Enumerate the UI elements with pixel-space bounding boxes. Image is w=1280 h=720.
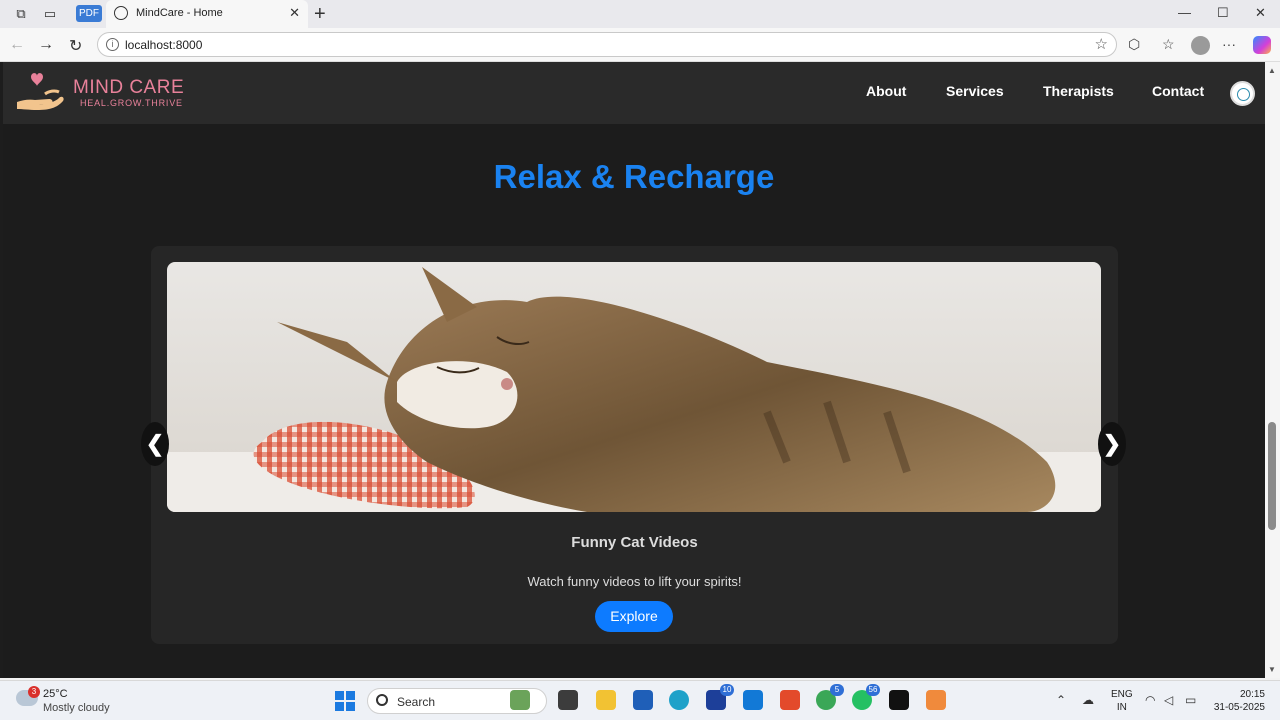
tab-actions-icon[interactable]: ▭ <box>41 5 59 23</box>
linkedin-badge: 10 <box>720 684 734 696</box>
nav-therapists[interactable]: Therapists <box>1043 83 1114 99</box>
new-tab-button[interactable]: + <box>314 3 326 26</box>
wifi-icon[interactable]: ◠ <box>1145 693 1155 707</box>
section-title: Relax & Recharge <box>493 158 775 195</box>
linkedin-icon[interactable]: 10 <box>706 684 734 710</box>
tray-overflow-icon[interactable]: ⌃ <box>1056 693 1066 707</box>
maximize-button[interactable]: ☐ <box>1217 5 1229 21</box>
taskbar-search-label: Search <box>397 695 436 709</box>
logo-tagline: HEAL.GROW.THRIVE <box>80 98 183 108</box>
workspaces-icon[interactable]: ⧉ <box>12 5 30 23</box>
clock-date: 31-05-2025 <box>1213 702 1265 713</box>
language-code: ENG <box>1111 689 1133 700</box>
user-account-icon[interactable] <box>1230 81 1255 106</box>
edge-browser-icon[interactable] <box>669 690 689 710</box>
address-bar[interactable]: i localhost:8000 ☆ <box>97 32 1117 57</box>
search-icon <box>376 694 388 706</box>
whatsapp-icon[interactable]: 56 <box>852 684 880 710</box>
weather-description[interactable]: Mostly cloudy <box>43 702 110 714</box>
browser-tab-strip: ⧉ ▭ PDF MindCare - Home ✕ + — ☐ ✕ <box>0 0 1280 28</box>
profile-avatar[interactable] <box>1191 36 1210 55</box>
favorite-star-icon[interactable]: ☆ <box>1095 35 1108 53</box>
file-explorer-icon[interactable] <box>596 690 616 710</box>
start-button[interactable] <box>335 691 355 711</box>
close-tab-icon[interactable]: ✕ <box>289 5 300 21</box>
task-view-icon[interactable] <box>558 690 578 710</box>
pdf-tab-badge[interactable]: PDF <box>76 5 102 22</box>
volume-icon[interactable]: ◁ <box>1164 693 1173 707</box>
tab-title: MindCare - Home <box>136 7 223 19</box>
nav-services[interactable]: Services <box>946 83 1004 99</box>
clock-time: 20:15 <box>1239 689 1265 700</box>
site-info-icon[interactable]: i <box>106 38 119 51</box>
hand-heart-logo-icon <box>17 73 64 110</box>
site-header: MIND CARE HEAL.GROW.THRIVE About Service… <box>3 62 1265 124</box>
site-logo[interactable]: MIND CARE HEAL.GROW.THRIVE <box>15 72 185 112</box>
carousel-prev-button[interactable]: ❮ <box>141 422 169 466</box>
battery-icon[interactable]: ▭ <box>1185 693 1196 707</box>
scroll-thumb[interactable] <box>1268 422 1276 530</box>
url-text[interactable]: localhost:8000 <box>125 38 202 52</box>
chrome-icon[interactable]: 5 <box>816 684 844 710</box>
close-window-button[interactable]: ✕ <box>1255 5 1266 21</box>
more-options-icon[interactable]: ··· <box>1222 36 1236 52</box>
brave-icon[interactable] <box>780 690 800 710</box>
slide-image <box>167 262 1101 512</box>
whatsapp-badge: 56 <box>866 684 880 696</box>
onedrive-icon[interactable]: ☁ <box>1082 693 1094 707</box>
slide-description: Watch funny videos to lift your spirits! <box>527 574 742 589</box>
weather-badge: 3 <box>28 686 40 698</box>
browser-toolbar: ← → ↻ i localhost:8000 ☆ ⬡ ☆ ··· <box>0 28 1280 62</box>
active-browser-tab[interactable]: MindCare - Home ✕ <box>106 0 308 28</box>
store-icon[interactable] <box>633 690 653 710</box>
forward-icon[interactable]: → <box>38 36 54 54</box>
windows-taskbar: 3 25°C Mostly cloudy Search 10 5 56 ⌃ ☁ … <box>0 680 1280 720</box>
page-scrollbar[interactable]: ▲ ▼ <box>1265 62 1280 678</box>
carousel-card: Funny Cat Videos Watch funny videos to l… <box>151 246 1118 644</box>
copilot-app-icon[interactable] <box>510 690 530 710</box>
slide-title: Funny Cat Videos <box>571 534 698 551</box>
copilot-icon[interactable] <box>1253 36 1271 54</box>
terminal-app-icon[interactable] <box>889 690 909 710</box>
nav-about[interactable]: About <box>866 83 906 99</box>
scroll-up-icon[interactable]: ▲ <box>1268 66 1276 75</box>
system-clock[interactable]: 20:15 31-05-2025 <box>1207 688 1265 714</box>
sleeping-kitten-image <box>167 262 1101 512</box>
xampp-icon[interactable] <box>926 690 946 710</box>
language-indicator[interactable]: ENG IN <box>1111 688 1133 714</box>
carousel-next-button[interactable]: ❯ <box>1098 422 1126 466</box>
page-viewport: MIND CARE HEAL.GROW.THRIVE About Service… <box>0 62 1280 678</box>
minimize-button[interactable]: — <box>1178 5 1191 20</box>
refresh-icon[interactable]: ↻ <box>69 36 82 56</box>
nav-contact[interactable]: Contact <box>1152 83 1204 99</box>
favorites-icon[interactable]: ☆ <box>1162 36 1175 53</box>
region-code: IN <box>1116 702 1127 713</box>
site-page: MIND CARE HEAL.GROW.THRIVE About Service… <box>3 62 1265 678</box>
globe-icon <box>114 6 128 20</box>
outlook-icon[interactable] <box>743 690 763 710</box>
back-icon[interactable]: ← <box>9 36 25 54</box>
explore-button[interactable]: Explore <box>595 601 673 632</box>
chrome-badge: 5 <box>830 684 844 696</box>
extensions-icon[interactable]: ⬡ <box>1128 36 1140 53</box>
weather-temperature[interactable]: 25°C <box>43 688 68 700</box>
scroll-down-icon[interactable]: ▼ <box>1268 665 1276 674</box>
logo-name: MIND CARE <box>73 77 185 98</box>
